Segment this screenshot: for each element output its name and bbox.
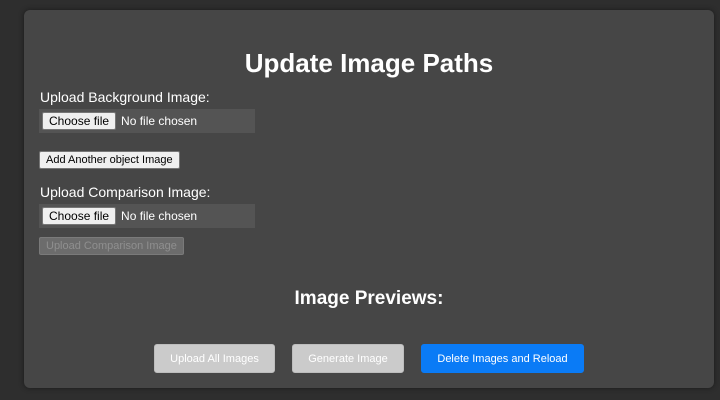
- upload-all-images-button[interactable]: Upload All Images: [154, 344, 275, 373]
- comparison-file-status: No file chosen: [121, 209, 198, 223]
- delete-images-reload-button[interactable]: Delete Images and Reload: [421, 344, 584, 373]
- background-file-status: No file chosen: [121, 114, 198, 128]
- generate-image-button[interactable]: Generate Image: [292, 344, 404, 373]
- background-choose-file-button[interactable]: Choose file: [42, 112, 117, 130]
- image-previews-heading: Image Previews:: [294, 288, 444, 309]
- background-upload-label: Upload Background Image:: [40, 89, 210, 105]
- comparison-file-input[interactable]: Choose file No file chosen: [39, 204, 255, 228]
- upload-comparison-image-button[interactable]: Upload Comparison Image: [39, 237, 184, 255]
- background-file-input[interactable]: Choose file No file chosen: [39, 109, 255, 133]
- add-object-image-button[interactable]: Add Another object Image: [39, 151, 180, 169]
- comparison-upload-label: Upload Comparison Image:: [40, 184, 211, 200]
- comparison-choose-file-button[interactable]: Choose file: [42, 207, 117, 225]
- update-image-panel: Update Image Paths Upload Background Ima…: [24, 10, 714, 388]
- page-title: Update Image Paths: [244, 48, 494, 78]
